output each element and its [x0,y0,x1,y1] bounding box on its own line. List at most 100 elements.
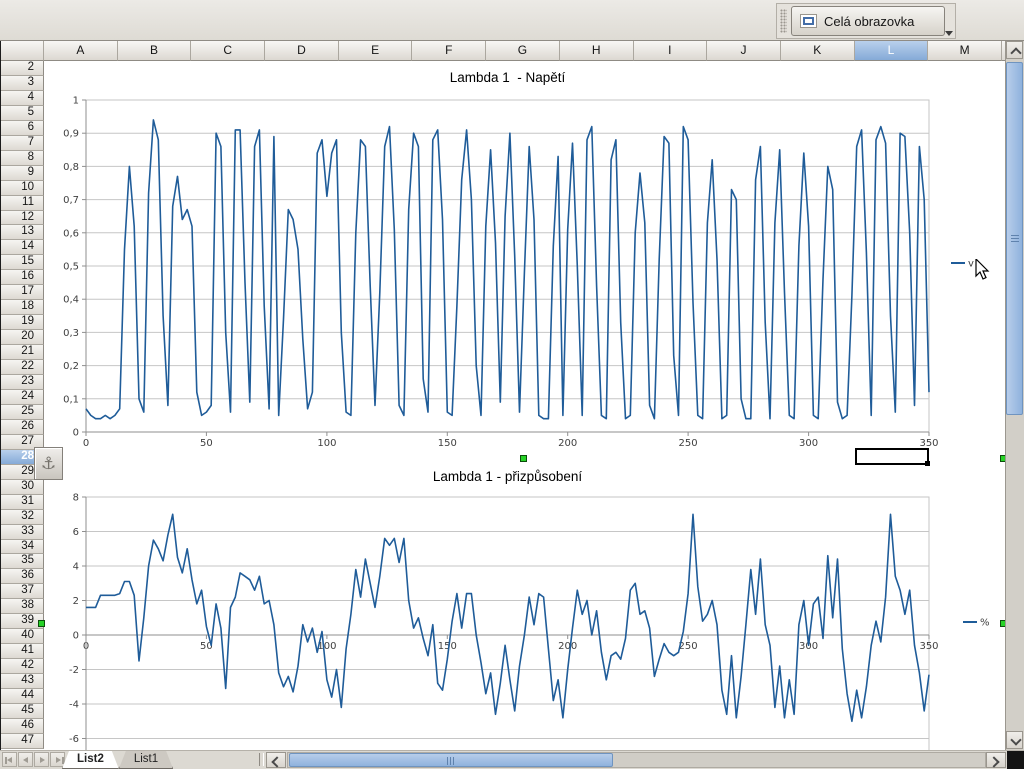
x-tick-label: 150 [438,641,457,652]
row-header-36[interactable]: 36 [1,569,44,584]
row-header-24[interactable]: 24 [1,390,44,405]
row-header-16[interactable]: 16 [1,270,44,285]
column-header-M[interactable]: M [928,41,1002,61]
sheet-tabs: List2List1 [64,751,173,769]
next-sheet-icon [40,757,45,763]
next-sheet-button[interactable] [34,752,49,767]
row-header-30[interactable]: 30 [1,480,44,495]
row-header-38[interactable]: 38 [1,599,44,614]
row-header-37[interactable]: 37 [1,584,44,599]
row-header-4[interactable]: 4 [1,91,44,106]
chart-prizpusobeni[interactable]: 86420-2-4-6050100150200250300350Lambda 1… [45,462,1007,750]
column-header-I[interactable]: I [634,41,708,61]
row-header-45[interactable]: 45 [1,704,44,719]
scroll-left-button[interactable] [266,752,286,768]
row-header-44[interactable]: 44 [1,689,44,704]
anchor-glyph: ⚓ [41,454,56,474]
column-header-D[interactable]: D [265,41,339,61]
row-header-7[interactable]: 7 [1,136,44,151]
bar [5,757,7,764]
sheet-canvas[interactable]: 00,10,20,30,40,50,60,70,80,9105010015020… [44,61,1007,750]
last-sheet-button[interactable] [50,752,65,767]
fullscreen-toggle-button[interactable]: Celá obrazovka [791,6,945,36]
column-header-F[interactable]: F [412,41,486,61]
row-header-11[interactable]: 11 [1,196,44,211]
vertical-scrollbar[interactable] [1005,41,1024,750]
active-cell-cursor[interactable] [855,448,929,465]
sheet-tab-list2[interactable]: List2 [62,751,119,769]
column-header-C[interactable]: C [191,41,265,61]
chart-title: Lambda 1 - přizpůsobení [433,469,583,484]
first-sheet-button[interactable] [2,752,17,767]
row-header-26[interactable]: 26 [1,420,44,435]
select-all-corner[interactable] [1,41,44,61]
row-header-14[interactable]: 14 [1,240,44,255]
first-sheet-icon [7,757,12,763]
row-header-43[interactable]: 43 [1,674,44,689]
row-header-22[interactable]: 22 [1,360,44,375]
dropdown-arrow-icon[interactable] [945,31,953,36]
row-header-32[interactable]: 32 [1,510,44,525]
scroll-right-button[interactable] [986,752,1006,768]
row-header-41[interactable]: 41 [1,644,44,659]
row-header-20[interactable]: 20 [1,330,44,345]
horizontal-scrollbar[interactable] [287,752,986,768]
row-header-40[interactable]: 40 [1,629,44,644]
row-header-34[interactable]: 34 [1,540,44,555]
row-header-3[interactable]: 3 [1,76,44,91]
chart-napeti[interactable]: 00,10,20,30,40,50,60,70,80,9105010015020… [45,62,1007,448]
fill-handle[interactable] [925,461,930,466]
row-header-47[interactable]: 47 [1,734,44,749]
row-header-17[interactable]: 17 [1,285,44,300]
row-header-21[interactable]: 21 [1,345,44,360]
x-tick-label: 250 [679,438,698,448]
chart-selection-handle-top[interactable] [520,455,527,462]
scroll-down-button[interactable] [1006,731,1023,749]
previous-sheet-button[interactable] [18,752,33,767]
horizontal-scrollbar-thumb[interactable] [289,753,613,767]
legend-label[interactable]: % [980,618,990,629]
row-header-13[interactable]: 13 [1,225,44,240]
row-header-18[interactable]: 18 [1,300,44,315]
sheet-nav-buttons [2,752,65,767]
row-header-6[interactable]: 6 [1,121,44,136]
row-header-31[interactable]: 31 [1,495,44,510]
legend-label[interactable]: v [968,259,974,270]
chart-selection-handle-left[interactable] [38,620,45,627]
column-header-E[interactable]: E [339,41,413,61]
row-header-5[interactable]: 5 [1,106,44,121]
chevron-down-icon [1010,734,1021,745]
tab-split-handle[interactable] [259,753,264,766]
column-header-K[interactable]: K [781,41,855,61]
anchor-icon[interactable]: ⚓ [34,447,63,480]
column-header-A[interactable]: A [44,41,118,61]
row-header-8[interactable]: 8 [1,151,44,166]
column-headers: ABCDEFGHIJKLM [44,41,1002,61]
row-header-25[interactable]: 25 [1,405,44,420]
column-header-B[interactable]: B [118,41,192,61]
y-tick-label: 0,7 [63,195,79,206]
chevron-right-icon [988,756,999,767]
row-header-42[interactable]: 42 [1,659,44,674]
row-header-12[interactable]: 12 [1,211,44,226]
column-header-G[interactable]: G [486,41,560,61]
row-header-46[interactable]: 46 [1,719,44,734]
scroll-up-button[interactable] [1006,41,1023,59]
y-tick-label: 8 [73,493,79,504]
row-header-10[interactable]: 10 [1,181,44,196]
row-header-9[interactable]: 9 [1,166,44,181]
previous-sheet-icon [23,757,28,763]
row-header-23[interactable]: 23 [1,375,44,390]
drag-handle[interactable] [780,9,787,33]
vertical-scrollbar-thumb[interactable] [1006,62,1023,415]
row-header-19[interactable]: 19 [1,315,44,330]
column-header-J[interactable]: J [707,41,781,61]
row-header-33[interactable]: 33 [1,525,44,540]
y-tick-label: 0,5 [63,262,79,273]
row-header-35[interactable]: 35 [1,554,44,569]
sheet-tab-list1[interactable]: List1 [119,751,173,769]
row-header-2[interactable]: 2 [1,61,44,76]
column-header-H[interactable]: H [560,41,634,61]
column-header-L[interactable]: L [855,41,929,61]
row-header-15[interactable]: 15 [1,255,44,270]
